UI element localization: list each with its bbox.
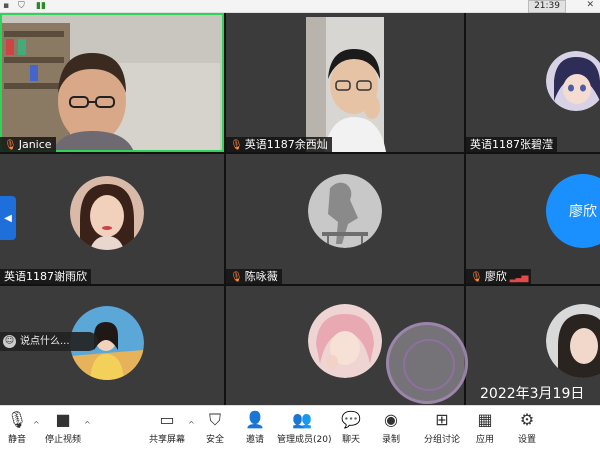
avatar-photo (308, 174, 382, 248)
date-stamp: 2022年3月19日 (480, 386, 585, 402)
share-screen-icon: ▭ (159, 410, 175, 429)
security-button[interactable]: ⛉ 安全 (204, 410, 226, 445)
chat-button[interactable]: 💬 聊天 (340, 410, 362, 445)
avatar-photo (308, 304, 382, 378)
janice-video (0, 13, 224, 152)
mic-icon: 🎙 (470, 272, 483, 283)
notification-icon: ▪ (3, 1, 10, 11)
participant-name: 🎙 陈咏薇 (226, 269, 282, 284)
signal-icon: ▮▮ (36, 1, 46, 11)
manage-participants-button[interactable]: 👥 管理成员(20) (277, 410, 331, 445)
invite-button[interactable]: 👤 邀请 (244, 410, 266, 445)
shield-icon: ⛉ (18, 1, 25, 11)
chevron-up-icon[interactable]: ^ (33, 420, 40, 429)
apps-button[interactable]: ▦ 应用 (474, 410, 496, 445)
video-tile-yuxican[interactable]: 🎙 英语1187余西灿 (226, 13, 464, 152)
gear-icon: ⚙ (519, 410, 535, 429)
video-tile-chenyongwei[interactable]: 🎙 陈咏薇 (226, 154, 464, 284)
stop-video-button[interactable]: ■ 停止视频 (44, 410, 82, 445)
signal-strength-icon: ▂▃▅ (509, 273, 529, 283)
video-tile-janice[interactable]: 🎙 Janice (0, 13, 224, 152)
chat-placeholder: 说点什么... (20, 336, 70, 347)
participant-name: 英语1187谢雨欣 (0, 269, 91, 284)
share-screen-button[interactable]: ▭ 共享屏幕 (148, 410, 186, 445)
mute-button[interactable]: 🎙 静音 (4, 410, 30, 445)
letter-avatar: 廖欣 (546, 174, 600, 248)
apps-icon: ▦ (477, 410, 493, 429)
avatar-photo (546, 304, 600, 378)
seal-inner-ring (403, 339, 455, 391)
participant-name: 🎙 英语1187余西灿 (226, 137, 332, 152)
yuxican-video (226, 13, 464, 152)
shield-icon: ⛉ (208, 410, 221, 429)
breakout-rooms-icon: ⊞ (435, 410, 449, 429)
avatar-anime (546, 51, 600, 111)
expand-panel-tab[interactable]: ◀ (0, 196, 16, 240)
participant-name: 🎙 Janice (0, 137, 56, 152)
video-tile-xieyuxin[interactable]: 英语1187谢雨欣 (0, 154, 224, 284)
settings-button[interactable]: ⚙ 设置 (516, 410, 538, 445)
video-tile-liaoxin[interactable]: 廖欣 🎙 廖欣 ▂▃▅ (466, 154, 600, 284)
chat-bubble-icon: 💬 (341, 410, 361, 429)
chat-quick-input[interactable]: ☺ 说点什么... (0, 332, 98, 351)
participants-icon: 👥 (292, 410, 312, 429)
video-tile-zhangbiying[interactable]: 英语1187张碧滢 (466, 13, 600, 152)
meeting-toolbar: 🎙 静音 ^ ■ 停止视频 ^ ▭ 共享屏幕 ^ ⛉ 安全 👤 邀请 👥 管理成… (0, 405, 600, 451)
chevron-up-icon[interactable]: ^ (84, 420, 91, 429)
avatar-photo (70, 176, 144, 250)
microphone-icon: 🎙 (6, 410, 28, 429)
clock: 21:39 (528, 0, 566, 13)
emoji-icon[interactable]: ☺ (3, 335, 16, 348)
system-status-bar: ▪ ⛉ ▮▮ 21:39 ✕ (0, 0, 600, 13)
add-user-icon: 👤 (245, 410, 265, 429)
mic-icon: 🎙 (230, 272, 243, 283)
mic-icon: 🎙 (230, 140, 243, 151)
chevron-left-icon: ◀ (4, 212, 12, 224)
university-seal-watermark (386, 322, 468, 404)
video-camera-icon: ■ (55, 410, 71, 429)
record-icon: ◉ (384, 410, 398, 429)
mic-icon: 🎙 (4, 140, 17, 151)
participant-name: 英语1187张碧滢 (466, 137, 557, 152)
breakout-rooms-button[interactable]: ⊞ 分组讨论 (420, 410, 464, 445)
participant-name: 🎙 廖欣 ▂▃▅ (466, 269, 532, 284)
window-close-icon[interactable]: ✕ (586, 0, 594, 11)
chevron-up-icon[interactable]: ^ (188, 420, 195, 429)
record-button[interactable]: ◉ 录制 (380, 410, 402, 445)
